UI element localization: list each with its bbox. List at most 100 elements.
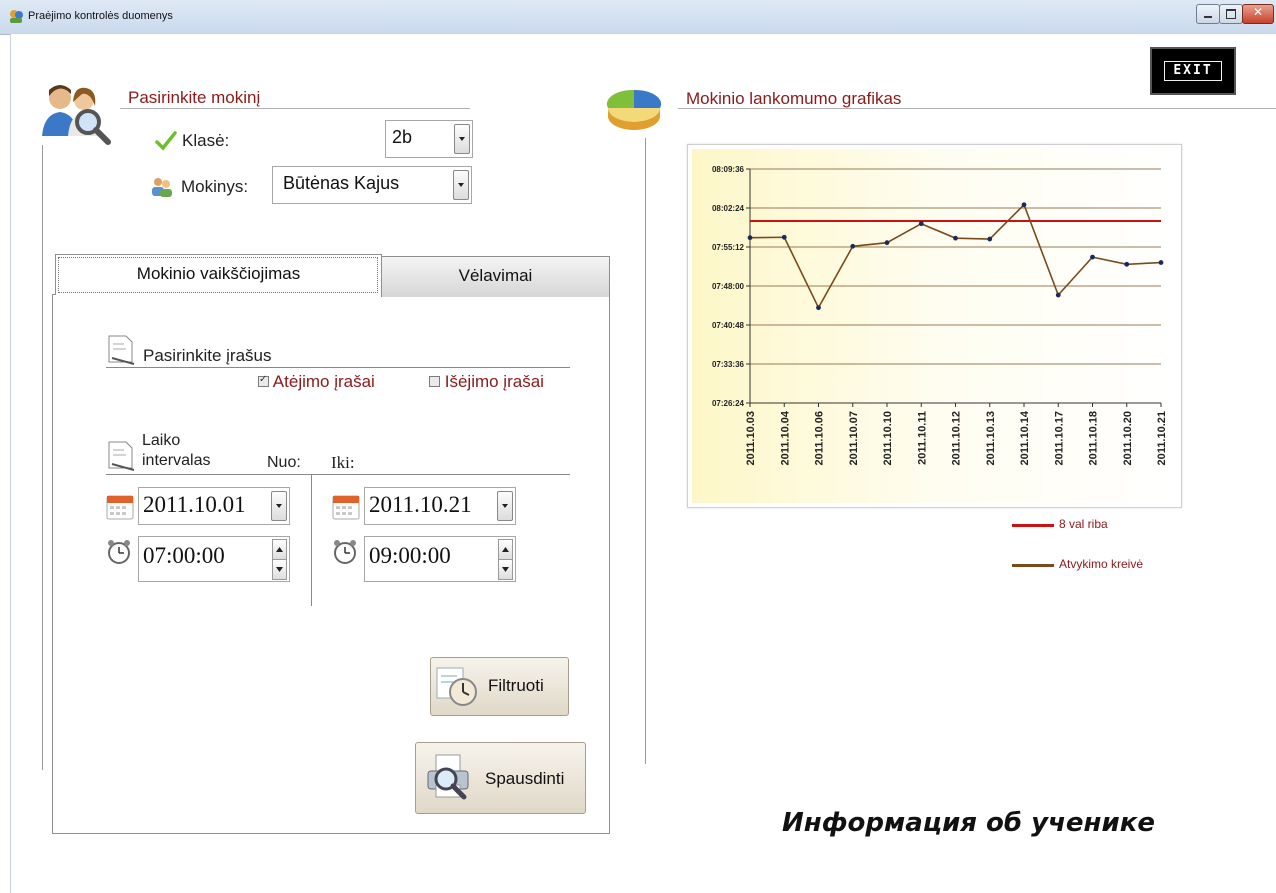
chevron-down-icon[interactable] [497, 491, 513, 521]
minimize-icon [1204, 16, 1212, 18]
student-value: Būtėnas Kajus [283, 173, 400, 193]
to-time-spinner[interactable]: 09:00:00 [364, 536, 516, 582]
app-icon [8, 8, 24, 24]
legend-label-curve: Atvykimo kreivė [1059, 557, 1144, 571]
data-point [918, 221, 924, 227]
x-tick-label: 2011.10.13 [985, 411, 997, 465]
tab-late[interactable]: Vėlavimai [381, 256, 610, 297]
close-button[interactable]: ✕ [1242, 4, 1274, 24]
document-pen-icon [106, 334, 136, 366]
data-point [816, 305, 821, 311]
legend-label-limit: 8 val riba [1059, 517, 1108, 531]
close-icon: ✕ [1252, 5, 1264, 19]
interval-title: Laiko intervalas [142, 431, 210, 471]
arrivals-check-box[interactable]: ✓ [258, 374, 269, 387]
records-title: Pasirinkite įrašus [143, 346, 272, 365]
exit-button[interactable]: EXIT [1150, 47, 1236, 95]
y-tick-label: 07:26:24 [712, 399, 745, 408]
pie-chart-icon [604, 84, 662, 136]
data-point [953, 235, 958, 241]
chart-canvas: 08:09:36 08:02:24 07:55:12 07:48:00 07:40:48… [692, 149, 1177, 503]
records-divider [106, 367, 570, 368]
calendar-icon [332, 494, 360, 520]
filter-button[interactable]: Filtruoti [430, 657, 569, 716]
maximize-icon [1226, 9, 1236, 19]
window-title: Praėjimo kontrolės duomenys [28, 10, 173, 22]
spin-down-button[interactable] [272, 559, 287, 580]
chevron-down-icon[interactable] [271, 491, 287, 521]
spin-up-button[interactable] [498, 539, 513, 560]
x-tick-label: 2011.10.18 [1088, 411, 1100, 465]
select-student-title: Pasirinkite mokinį [128, 88, 261, 107]
alarm-clock-icon [106, 538, 132, 566]
x-tick-label: 2011.10.07 [848, 411, 860, 465]
y-tick-label: 07:55:12 [712, 243, 745, 252]
from-label: Nuo: [267, 454, 301, 471]
spin-up-button[interactable] [272, 539, 287, 560]
arrivals-checkbox[interactable]: ✓ Atėjimo įrašai [258, 372, 375, 392]
data-point [781, 234, 787, 240]
attendance-chart: 08:09:36 08:02:24 07:55:12 07:48:00 07:40:48… [687, 144, 1182, 508]
interval-divider [106, 474, 570, 475]
window-titlebar[interactable]: Praėjimo kontrolės duomenys ✕ [0, 0, 1276, 35]
x-tick-label: 2011.10.12 [951, 411, 963, 465]
y-tick-label: 07:48:00 [712, 282, 745, 291]
from-date-value: 2011.10.01 [143, 492, 246, 517]
x-tick-label: 2011.10.06 [814, 411, 826, 465]
to-label: Iki: [331, 453, 355, 472]
y-tick-label: 08:09:36 [712, 165, 745, 174]
data-point [1158, 260, 1164, 265]
from-time-value: 07:00:00 [143, 543, 225, 568]
left-vertical-divider [42, 145, 43, 770]
from-time-spinner[interactable]: 07:00:00 [138, 536, 290, 582]
chevron-down-icon [276, 567, 283, 572]
arrivals-label: Atėjimo įrašai [272, 372, 375, 391]
to-date-picker[interactable]: 2011.10.21 [364, 487, 516, 525]
x-tick-label: 2011.10.14 [1019, 410, 1031, 465]
data-point [884, 240, 890, 246]
title-divider [120, 108, 470, 109]
departures-label: Išėjimo įrašai [444, 372, 544, 391]
from-date-picker[interactable]: 2011.10.01 [138, 487, 290, 525]
tab-focus-outline [58, 257, 378, 293]
chart-background [692, 149, 1177, 503]
document-pen-icon [106, 440, 136, 472]
y-tick-label: 07:40:48 [712, 321, 745, 330]
x-tick-label: 2011.10.03 [745, 411, 757, 465]
chevron-up-icon [502, 547, 509, 552]
students-search-icon [40, 80, 112, 146]
print-preview-icon [427, 754, 469, 800]
x-tick-label: 2011.10.10 [882, 411, 894, 465]
x-tick-label: 2011.10.17 [1053, 411, 1065, 465]
alarm-clock-icon [332, 538, 358, 566]
chart-title-divider [678, 108, 1276, 109]
print-button-label: Spausdinti [485, 769, 565, 788]
class-label: Klasė: [182, 131, 230, 150]
minimize-button[interactable] [1196, 4, 1220, 24]
right-vertical-divider [645, 138, 646, 764]
to-date-value: 2011.10.21 [369, 492, 472, 517]
data-point [1021, 202, 1027, 208]
class-select[interactable]: 2b .d28:after{top:12px;} [385, 120, 473, 158]
student-label: Mokinys: [181, 177, 249, 196]
x-tick-label: 2011.10.21 [1156, 411, 1168, 465]
exit-button-label: EXIT [1164, 61, 1222, 81]
maximize-button[interactable] [1219, 4, 1243, 24]
filter-button-label: Filtruoti [488, 676, 544, 695]
print-button[interactable]: Spausdinti [415, 742, 586, 814]
y-tick-label: 08:02:24 [712, 204, 745, 213]
users-icon [150, 176, 174, 198]
interval-title-line1: Laiko [142, 432, 181, 449]
departures-checkbox[interactable]: Išėjimo įrašai [429, 372, 544, 392]
data-point [987, 236, 993, 242]
chevron-down-icon[interactable] [453, 170, 469, 200]
y-tick-label: 07:33:36 [712, 360, 745, 369]
chevron-down-icon[interactable]: .d28:after{top:12px;} [454, 124, 470, 154]
x-tick-label: 2011.10.11 [916, 411, 928, 465]
departures-check-box[interactable] [429, 376, 440, 387]
spin-down-button[interactable] [498, 559, 513, 580]
x-tick-label: 2011.10.04 [779, 410, 791, 465]
interval-vertical-divider [311, 474, 312, 606]
student-select[interactable]: Būtėnas Kajus [272, 166, 472, 204]
data-point [850, 243, 856, 249]
